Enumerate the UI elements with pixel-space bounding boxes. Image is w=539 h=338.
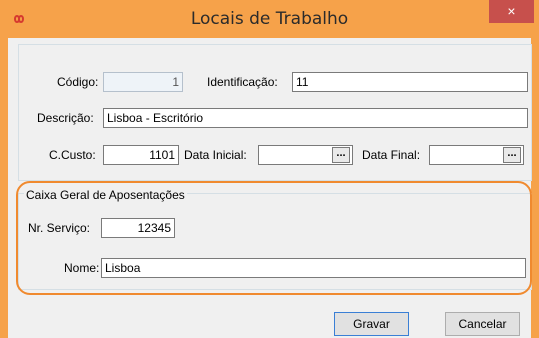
data-inicial-picker-button[interactable]: ... — [332, 147, 350, 163]
ccusto-label: C.Custo: — [49, 148, 96, 162]
descricao-label: Descrição: — [37, 111, 94, 125]
identificacao-label: Identificação: — [207, 75, 278, 89]
dialog-client: Código: 1 Identificação: 11 Descrição: L… — [8, 38, 532, 338]
window-title: Locais de Trabalho — [190, 9, 349, 29]
codigo-label: Código: — [57, 75, 99, 89]
cancelar-button[interactable]: Cancelar — [445, 312, 520, 336]
ccusto-field[interactable]: 1101 — [103, 145, 179, 165]
data-final-picker-button[interactable]: ... — [503, 147, 521, 163]
title-bar[interactable]: Locais de Trabalho × — [0, 0, 539, 38]
close-button[interactable]: × — [489, 0, 534, 23]
gravar-button[interactable]: Gravar — [334, 312, 409, 336]
identificacao-field[interactable]: 11 — [292, 72, 528, 92]
descricao-field[interactable]: Lisboa - Escritório — [103, 108, 528, 128]
cga-highlight-annotation — [16, 181, 532, 295]
close-icon: × — [507, 3, 516, 19]
data-inicial-label: Data Inicial: — [184, 148, 247, 162]
codigo-field[interactable]: 1 — [103, 72, 183, 92]
dialog-window: Locais de Trabalho × Código: 1 Identific… — [0, 0, 539, 338]
data-final-label: Data Final: — [362, 148, 421, 162]
